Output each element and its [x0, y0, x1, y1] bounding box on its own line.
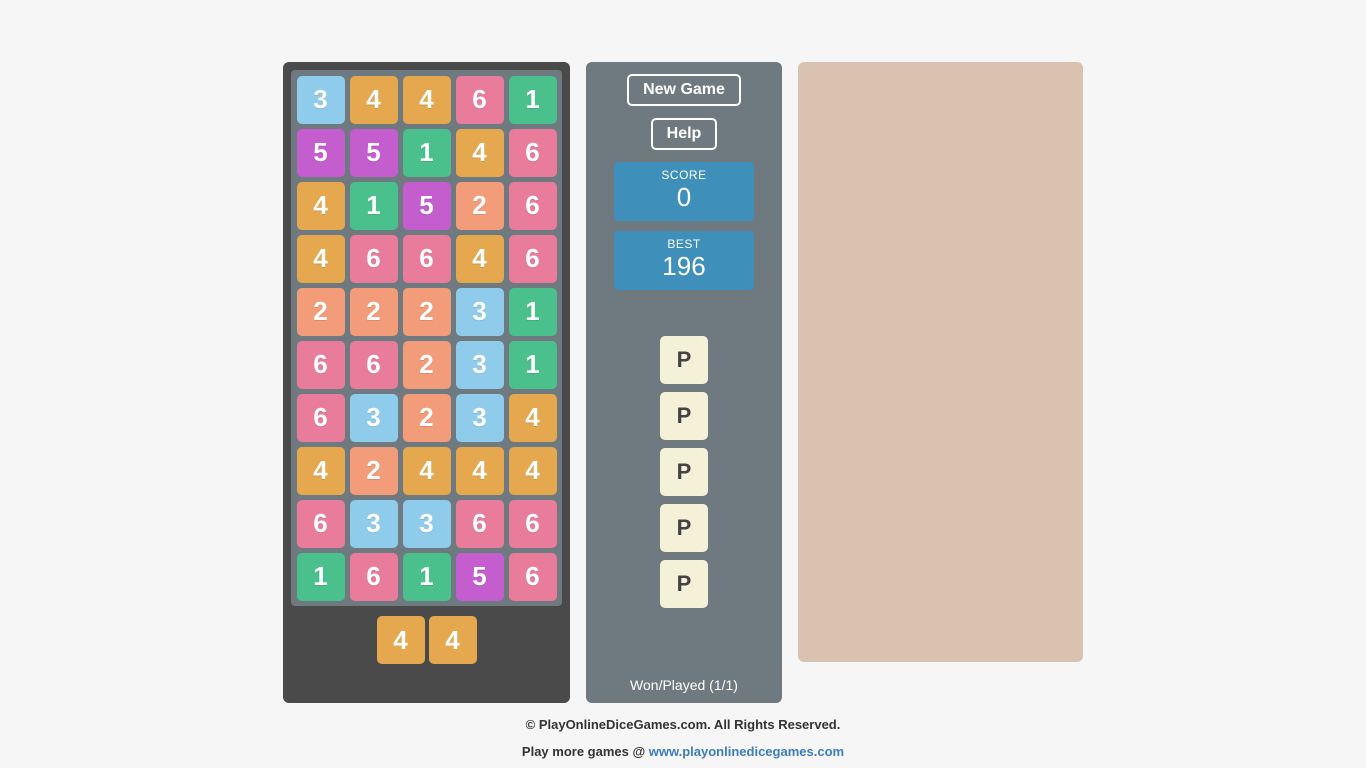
- tile[interactable]: 4: [456, 235, 504, 283]
- tile[interactable]: 1: [297, 553, 345, 601]
- tile[interactable]: 4: [297, 235, 345, 283]
- tile[interactable]: 5: [297, 129, 345, 177]
- history-tile: P: [660, 448, 708, 496]
- tile-row: 46646: [294, 232, 559, 285]
- next-tile: 4: [429, 616, 477, 664]
- ad-panel: [798, 62, 1083, 662]
- score-value: 0: [614, 182, 754, 213]
- tile[interactable]: 3: [350, 500, 398, 548]
- score-box: SCORE 0: [614, 162, 754, 221]
- tile[interactable]: 2: [403, 394, 451, 442]
- tile[interactable]: 2: [297, 288, 345, 336]
- tile[interactable]: 4: [297, 447, 345, 495]
- next-tiles-row: 44: [375, 606, 479, 668]
- history-tile: P: [660, 336, 708, 384]
- history-stack: PPPPP: [660, 336, 708, 608]
- tile[interactable]: 3: [456, 288, 504, 336]
- board-panel: 3446155146415264664622231662316323442444…: [283, 62, 570, 703]
- tile-grid: 3446155146415264664622231662316323442444…: [291, 70, 562, 606]
- tile[interactable]: 5: [403, 182, 451, 230]
- tile-row: 16156: [294, 550, 559, 603]
- tile[interactable]: 6: [509, 553, 557, 601]
- tile[interactable]: 6: [297, 341, 345, 389]
- tile[interactable]: 3: [297, 76, 345, 124]
- tile[interactable]: 6: [456, 76, 504, 124]
- control-panel: New Game Help SCORE 0 BEST 196 PPPPP Won…: [586, 62, 782, 703]
- tile[interactable]: 4: [297, 182, 345, 230]
- tile[interactable]: 4: [509, 447, 557, 495]
- tile[interactable]: 6: [456, 500, 504, 548]
- tile[interactable]: 6: [403, 235, 451, 283]
- tile[interactable]: 6: [350, 553, 398, 601]
- tile[interactable]: 6: [509, 129, 557, 177]
- tile[interactable]: 4: [456, 129, 504, 177]
- tile[interactable]: 1: [350, 182, 398, 230]
- best-label: BEST: [614, 237, 754, 251]
- tile[interactable]: 6: [297, 500, 345, 548]
- tile[interactable]: 2: [456, 182, 504, 230]
- help-button[interactable]: Help: [651, 118, 718, 150]
- tile-row: 63234: [294, 391, 559, 444]
- tile[interactable]: 3: [456, 341, 504, 389]
- tile[interactable]: 5: [350, 129, 398, 177]
- new-game-button[interactable]: New Game: [627, 74, 741, 106]
- score-label: SCORE: [614, 168, 754, 182]
- tile[interactable]: 1: [403, 553, 451, 601]
- history-tile: P: [660, 392, 708, 440]
- tile[interactable]: 2: [350, 447, 398, 495]
- tile[interactable]: 4: [509, 394, 557, 442]
- copyright-text: © PlayOnlineDiceGames.com. All Rights Re…: [0, 717, 1366, 732]
- more-games-line: Play more games @ www.playonlinedicegame…: [0, 744, 1366, 759]
- tile[interactable]: 3: [350, 394, 398, 442]
- tile[interactable]: 5: [456, 553, 504, 601]
- best-value: 196: [614, 251, 754, 282]
- tile-row: 22231: [294, 285, 559, 338]
- footer: © PlayOnlineDiceGames.com. All Rights Re…: [0, 717, 1366, 759]
- tile[interactable]: 2: [403, 341, 451, 389]
- tile[interactable]: 6: [297, 394, 345, 442]
- tile-row: 55146: [294, 126, 559, 179]
- tile[interactable]: 3: [456, 394, 504, 442]
- tile[interactable]: 1: [509, 76, 557, 124]
- tile[interactable]: 6: [509, 500, 557, 548]
- history-tile: P: [660, 560, 708, 608]
- tile[interactable]: 6: [509, 235, 557, 283]
- tile-row: 42444: [294, 444, 559, 497]
- more-games-link[interactable]: www.playonlinedicegames.com: [649, 744, 844, 759]
- tile[interactable]: 2: [350, 288, 398, 336]
- game-container: 3446155146415264664622231662316323442444…: [0, 0, 1366, 703]
- tile-row: 63366: [294, 497, 559, 550]
- tile-row: 34461: [294, 73, 559, 126]
- more-games-prefix: Play more games @: [522, 744, 649, 759]
- tile[interactable]: 6: [509, 182, 557, 230]
- best-box: BEST 196: [614, 231, 754, 290]
- tile-row: 66231: [294, 338, 559, 391]
- tile[interactable]: 2: [403, 288, 451, 336]
- tile-row: 41526: [294, 179, 559, 232]
- won-played-text: Won/Played (1/1): [630, 677, 738, 693]
- next-tile: 4: [377, 616, 425, 664]
- tile[interactable]: 1: [509, 341, 557, 389]
- history-tile: P: [660, 504, 708, 552]
- tile[interactable]: 3: [403, 500, 451, 548]
- tile[interactable]: 4: [403, 447, 451, 495]
- tile[interactable]: 4: [456, 447, 504, 495]
- tile[interactable]: 4: [350, 76, 398, 124]
- tile[interactable]: 4: [403, 76, 451, 124]
- tile[interactable]: 6: [350, 235, 398, 283]
- tile[interactable]: 6: [350, 341, 398, 389]
- tile[interactable]: 1: [509, 288, 557, 336]
- tile[interactable]: 1: [403, 129, 451, 177]
